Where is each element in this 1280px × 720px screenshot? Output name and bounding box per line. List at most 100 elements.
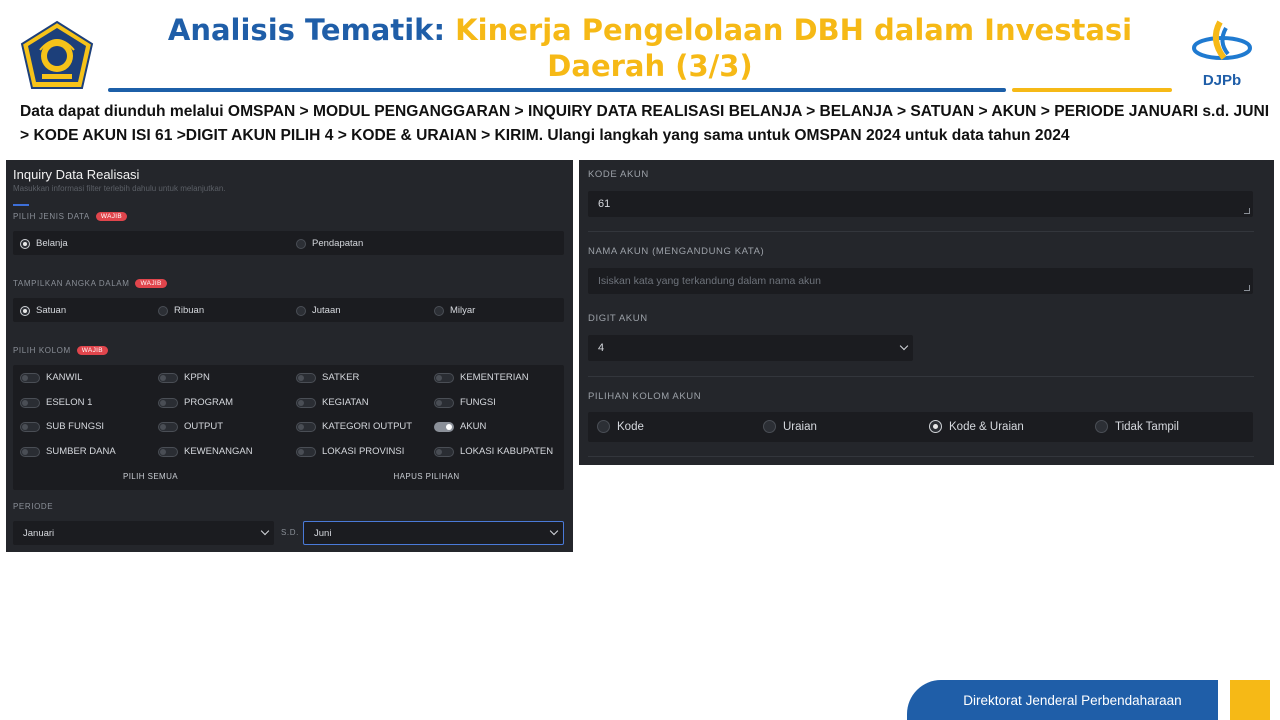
footer-text: Direktorat Jenderal Perbendaharaan xyxy=(963,692,1182,708)
toggle-icon xyxy=(20,446,40,457)
radio-pendapatan[interactable]: Pendapatan xyxy=(296,238,363,249)
toggle-icon xyxy=(296,372,316,383)
divider xyxy=(588,231,1254,232)
toggle-icon xyxy=(434,372,454,383)
page-title: Analisis Tematik: Kinerja Pengelolaan DB… xyxy=(120,12,1180,84)
title-prefix: Analisis Tematik: xyxy=(167,13,446,47)
periode-label: PERIODE xyxy=(13,502,54,511)
toggle-icon xyxy=(296,421,316,432)
panel-title: Inquiry Data Realisasi xyxy=(13,167,140,182)
toggle-kementerian[interactable]: KEMENTERIAN xyxy=(434,372,529,383)
toggle-lokasi-provinsi[interactable]: LOKASI PROVINSI xyxy=(296,446,404,457)
radio-uraian[interactable]: Uraian xyxy=(763,420,817,433)
toggle-icon xyxy=(296,446,316,457)
resize-handle-icon[interactable] xyxy=(1244,208,1250,214)
digit-akun-select[interactable]: 4 xyxy=(588,335,913,361)
chevron-down-icon xyxy=(260,526,270,536)
wajib-badge: WAJIB xyxy=(135,279,167,289)
radio-icon xyxy=(1095,420,1108,433)
toggle-icon xyxy=(434,397,454,408)
toggle-icon xyxy=(296,397,316,408)
radio-belanja[interactable]: Belanja xyxy=(20,238,68,249)
toggle-icon xyxy=(20,397,40,408)
title-rule-blue xyxy=(108,88,1006,92)
resize-handle-icon[interactable] xyxy=(1244,285,1250,291)
toggle-icon xyxy=(158,446,178,457)
radio-icon xyxy=(597,420,610,433)
toggle-akun[interactable]: AKUN xyxy=(434,421,486,432)
jenis-data-label: PILIH JENIS DATA WAJIB xyxy=(13,212,127,222)
footer-bar: Direktorat Jenderal Perbendaharaan xyxy=(907,680,1218,720)
wajib-badge: WAJIB xyxy=(76,346,108,356)
angka-label: TAMPILKAN ANGKA DALAM WAJIB xyxy=(13,279,167,289)
slide: Analisis Tematik: Kinerja Pengelolaan DB… xyxy=(0,0,1280,720)
djpb-logo: DJPb xyxy=(1190,18,1254,92)
radio-satuan[interactable]: Satuan xyxy=(20,305,66,316)
toggle-icon xyxy=(434,446,454,457)
select-all-button[interactable]: PILIH SEMUA xyxy=(13,472,288,481)
divider xyxy=(588,456,1254,457)
toggle-eselon-1[interactable]: ESELON 1 xyxy=(20,397,92,408)
title-rule-yellow xyxy=(1012,88,1172,92)
radio-icon xyxy=(158,305,168,316)
radio-icon xyxy=(296,238,306,249)
toggle-icon xyxy=(20,372,40,383)
toggle-program[interactable]: PROGRAM xyxy=(158,397,233,408)
radio-selected-icon xyxy=(20,238,30,249)
periode-to-select[interactable]: Juni xyxy=(303,521,564,545)
toggle-icon xyxy=(158,421,178,432)
kode-akun-label: KODE AKUN xyxy=(588,169,649,180)
divider xyxy=(588,376,1254,377)
toggle-output[interactable]: OUTPUT xyxy=(158,421,223,432)
toggle-kewenangan[interactable]: KEWENANGAN xyxy=(158,446,253,457)
chevron-down-icon xyxy=(899,341,909,351)
toggle-satker[interactable]: SATKER xyxy=(296,372,359,383)
title-main: Kinerja Pengelolaan DBH dalam Investasi … xyxy=(455,13,1133,83)
toggle-fungsi[interactable]: FUNGSI xyxy=(434,397,496,408)
periode-from-select[interactable]: Januari xyxy=(13,521,274,545)
radio-jutaan[interactable]: Jutaan xyxy=(296,305,341,316)
akun-panel: KODE AKUN 61 NAMA AKUN (MENGANDUNG KATA)… xyxy=(579,160,1274,465)
panel-subtitle: Masukkan informasi filter terlebih dahul… xyxy=(13,184,226,193)
toggle-lokasi-kabupaten[interactable]: LOKASI KABUPATEN xyxy=(434,446,553,457)
toggle-icon xyxy=(158,372,178,383)
toggle-icon xyxy=(20,421,40,432)
panel-accent-line xyxy=(13,204,29,206)
footer-accent-square xyxy=(1230,680,1270,720)
radio-tidak-tampil[interactable]: Tidak Tampil xyxy=(1095,420,1179,433)
toggle-kanwil[interactable]: KANWIL xyxy=(20,372,82,383)
radio-icon xyxy=(763,420,776,433)
radio-icon xyxy=(434,305,444,316)
djpb-swoosh-icon xyxy=(1192,20,1252,60)
nama-akun-label: NAMA AKUN (MENGANDUNG KATA) xyxy=(588,246,765,257)
radio-kode[interactable]: Kode xyxy=(597,420,644,433)
toggle-on-icon xyxy=(434,421,454,432)
radio-icon xyxy=(296,305,306,316)
toggle-kppn[interactable]: KPPN xyxy=(158,372,210,383)
wajib-badge: WAJIB xyxy=(95,212,127,222)
angka-row xyxy=(13,298,564,322)
instruction-text: Data dapat diunduh melalui OMSPAN > MODU… xyxy=(20,103,1270,144)
toggle-icon xyxy=(158,397,178,408)
kolom-label: PILIH KOLOM WAJIB xyxy=(13,346,108,356)
toggle-sub-fungsi[interactable]: SUB FUNGSI xyxy=(20,421,104,432)
inquiry-panel: Inquiry Data Realisasi Masukkan informas… xyxy=(6,160,573,552)
radio-selected-icon xyxy=(929,420,942,433)
radio-milyar[interactable]: Milyar xyxy=(434,305,475,316)
kode-akun-input[interactable]: 61 xyxy=(588,191,1253,217)
radio-kode-uraian[interactable]: Kode & Uraian xyxy=(929,420,1024,433)
djpb-logo-text: DJPb xyxy=(1202,72,1242,89)
digit-akun-label: DIGIT AKUN xyxy=(588,313,648,324)
kolom-akun-label: PILIHAN KOLOM AKUN xyxy=(588,391,702,402)
chevron-down-icon xyxy=(549,526,559,536)
clear-selection-button[interactable]: HAPUS PILIHAN xyxy=(289,472,564,481)
periode-separator: S.D. xyxy=(281,528,299,537)
jenis-data-row xyxy=(13,231,564,255)
kemenkeu-logo-icon xyxy=(20,20,94,89)
radio-ribuan[interactable]: Ribuan xyxy=(158,305,204,316)
toggle-kategori-output[interactable]: KATEGORI OUTPUT xyxy=(296,421,412,432)
toggle-sumber-dana[interactable]: SUMBER DANA xyxy=(20,446,116,457)
nama-akun-input[interactable]: Isiskan kata yang terkandung dalam nama … xyxy=(588,268,1253,294)
toggle-kegiatan[interactable]: KEGIATAN xyxy=(296,397,369,408)
radio-selected-icon xyxy=(20,305,30,316)
